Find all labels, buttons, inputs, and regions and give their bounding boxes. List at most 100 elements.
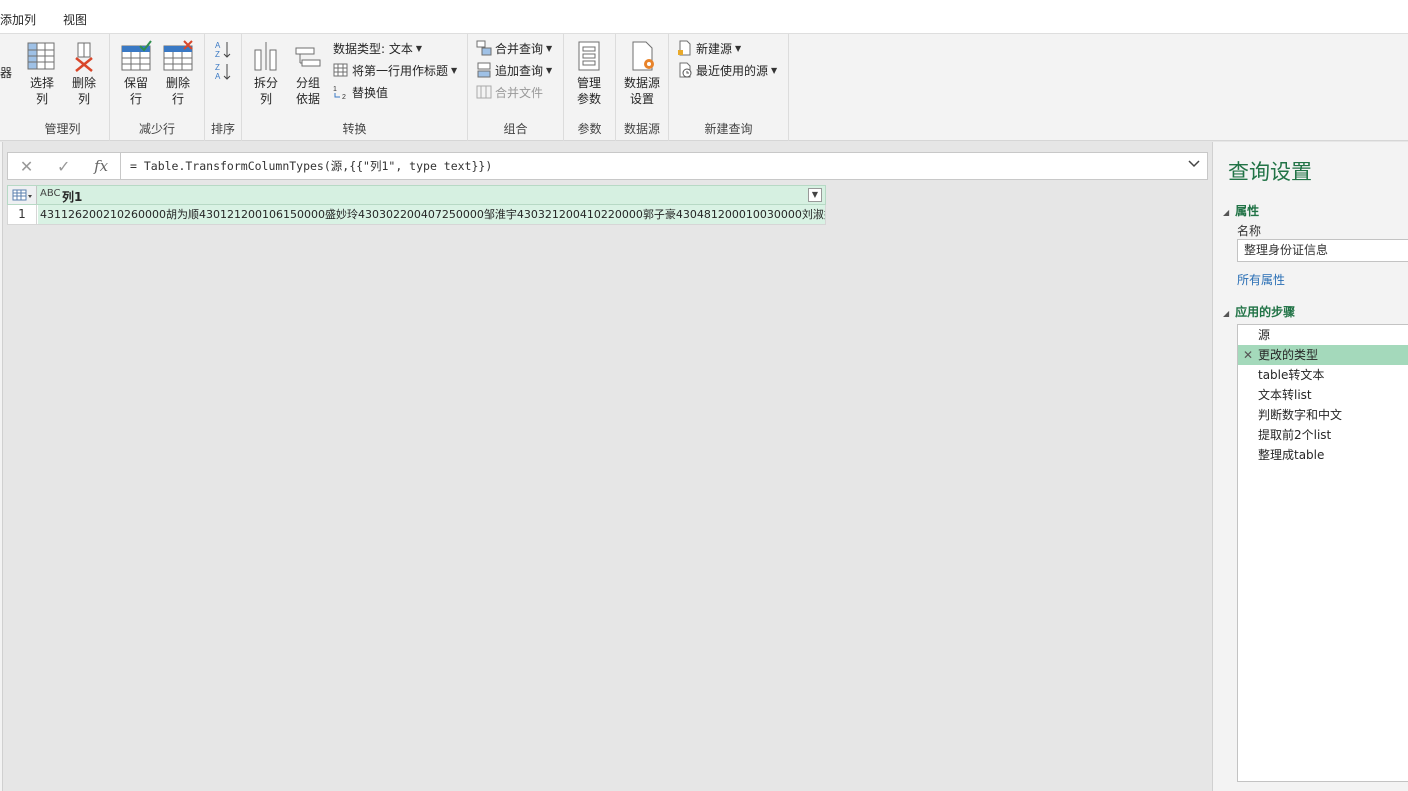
split-column-label: 拆分 列: [253, 76, 278, 106]
choose-columns-label: 选择 列: [29, 76, 54, 106]
group-by-label: 分组 依据: [295, 76, 320, 106]
column-filter-dropdown[interactable]: ▼: [808, 188, 822, 202]
merge-queries-icon: [476, 40, 492, 56]
delete-step-icon[interactable]: ✕: [1243, 345, 1253, 365]
group-reduce-rows: 保留 行 删除 行 减少行: [110, 34, 205, 141]
svg-text:Z: Z: [215, 63, 220, 72]
replace-values-label: 替换值: [352, 85, 389, 100]
svg-text:1: 1: [333, 86, 337, 93]
name-label: 名称: [1237, 224, 1262, 238]
step-changed-type[interactable]: ✕ 更改的类型: [1238, 345, 1408, 365]
group-datasource: 数据源 设置 数据源: [616, 34, 669, 141]
combine-files-label: 合并文件: [495, 85, 544, 100]
manage-parameters-button[interactable]: 管理 参数: [569, 40, 609, 107]
group-parameters: 管理 参数 参数: [564, 34, 616, 141]
step-table-to-text[interactable]: table转文本: [1238, 365, 1408, 385]
new-source-label: 新建源: [696, 41, 733, 56]
collapse-triangle-icon: ◢: [1223, 309, 1230, 318]
step-extract-first-two[interactable]: 提取前2个list: [1238, 425, 1408, 445]
text-type-icon[interactable]: ABC: [40, 188, 61, 199]
combine-files-button[interactable]: 合并文件: [476, 82, 543, 102]
keep-rows-icon: [120, 40, 152, 72]
datasource-settings-label: 数据源 设置: [623, 76, 660, 106]
split-column-icon: [250, 40, 282, 72]
group-label-combine: 组合: [503, 122, 528, 136]
table-cell[interactable]: 431126200210260000胡为顺430121200106150000盛…: [38, 205, 825, 224]
recent-sources-label: 最近使用的源: [696, 63, 769, 78]
group-manage-columns: 选择 列 删除 列 管理列: [16, 34, 110, 141]
datasource-settings-icon: [626, 40, 658, 72]
append-queries-icon: [476, 62, 492, 78]
group-by-button[interactable]: 分组 依据: [288, 40, 328, 107]
table-menu-icon[interactable]: [8, 186, 37, 204]
remove-columns-icon: [68, 40, 100, 72]
svg-text:Z: Z: [215, 50, 220, 59]
properties-section-header[interactable]: ◢ 属性: [1223, 202, 1259, 219]
table-header-icon: [333, 62, 349, 78]
step-organize-table[interactable]: 整理成table: [1238, 445, 1408, 465]
group-new-query: 新建源 ▼ 最近使用的源 ▼ 新建查询: [669, 34, 789, 141]
merge-queries-label: 合并查询: [495, 41, 544, 56]
step-text-to-list[interactable]: 文本转list: [1238, 385, 1408, 405]
step-label: 文本转list: [1258, 388, 1312, 402]
manage-parameters-label: 管理 参数: [576, 76, 601, 106]
remove-rows-icon: [162, 40, 194, 72]
chevron-down-icon: ▼: [771, 65, 778, 75]
sort-ascending-icon[interactable]: AZ: [215, 40, 233, 63]
use-first-row-label: 将第一行用作标题: [352, 63, 449, 78]
formula-input[interactable]: = Table.TransformColumnTypes(源,{{"列1", t…: [130, 158, 492, 174]
fx-icon[interactable]: fx: [94, 157, 108, 175]
column-header-name[interactable]: 列1: [62, 188, 82, 205]
manage-parameters-icon: [573, 40, 605, 72]
use-first-row-headers-button[interactable]: 将第一行用作标题 ▼: [333, 60, 457, 80]
group-label-new-query: 新建查询: [704, 122, 753, 136]
step-judge-digits-chinese[interactable]: 判断数字和中文: [1238, 405, 1408, 425]
choose-columns-button[interactable]: 选择 列: [22, 40, 62, 107]
remove-columns-button[interactable]: 删除 列: [64, 40, 104, 107]
append-queries-button[interactable]: 追加查询 ▼: [476, 60, 552, 80]
ribbon-partial-label: 器: [0, 66, 13, 80]
tab-view[interactable]: 视图: [63, 11, 87, 28]
formula-controls: ✕ ✓ fx: [8, 153, 121, 179]
data-type-dropdown[interactable]: 数据类型: 文本 ▼: [333, 38, 422, 58]
remove-rows-button[interactable]: 删除 行: [158, 40, 198, 107]
append-queries-label: 追加查询: [495, 63, 544, 78]
chevron-down-icon: ▼: [415, 43, 423, 53]
chevron-down-icon: ▼: [546, 65, 553, 75]
expand-formula-icon[interactable]: [1187, 157, 1201, 175]
step-label: 判断数字和中文: [1258, 408, 1343, 422]
split-column-button[interactable]: 拆分 列: [246, 40, 286, 107]
svg-text:A: A: [215, 72, 221, 81]
step-label: 提取前2个list: [1258, 428, 1332, 442]
commit-icon[interactable]: ✓: [57, 157, 70, 176]
replace-values-button[interactable]: 12 替换值: [333, 82, 388, 102]
menu-bar: 添加列 视图: [0, 0, 1408, 34]
merge-queries-button[interactable]: 合并查询 ▼: [476, 38, 552, 58]
data-grid: ABC 列1 ▼ 1 431126200210260000胡为顺43012120…: [7, 185, 826, 225]
step-label: 源: [1258, 328, 1271, 342]
group-sort: AZ ZA 排序: [205, 34, 242, 141]
query-settings-pane: 查询设置 ◢ 属性 名称 整理身份证信息 所有属性 ◢ 应用的步骤 源 ✕ 更改的类型…: [1212, 142, 1408, 791]
step-label: table转文本: [1258, 368, 1325, 382]
step-source[interactable]: 源: [1238, 325, 1408, 345]
tab-add-column[interactable]: 添加列: [0, 11, 36, 28]
formula-bar: ✕ ✓ fx = Table.TransformColumnTypes(源,{{…: [7, 152, 1208, 180]
svg-text:A: A: [215, 41, 221, 50]
new-source-button[interactable]: 新建源 ▼: [677, 38, 741, 58]
group-label-parameters: 参数: [577, 122, 602, 136]
query-name-input[interactable]: 整理身份证信息: [1237, 239, 1408, 262]
grid-header: ABC 列1 ▼: [7, 185, 826, 205]
remove-rows-label: 删除 行: [165, 76, 190, 106]
sort-descending-icon[interactable]: ZA: [215, 62, 233, 85]
datasource-settings-button[interactable]: 数据源 设置: [622, 40, 662, 107]
applied-steps-section-header[interactable]: ◢ 应用的步骤: [1223, 303, 1295, 320]
keep-rows-button[interactable]: 保留 行: [116, 40, 156, 107]
group-by-icon: [292, 40, 324, 72]
chevron-down-icon: ▼: [735, 43, 742, 53]
row-number: 1: [8, 205, 37, 224]
chevron-down-icon: ▼: [546, 43, 553, 53]
cancel-icon[interactable]: ✕: [20, 157, 33, 176]
group-label-manage-columns: 管理列: [44, 122, 81, 136]
all-properties-link[interactable]: 所有属性: [1237, 271, 1285, 288]
recent-sources-button[interactable]: 最近使用的源 ▼: [677, 60, 777, 80]
